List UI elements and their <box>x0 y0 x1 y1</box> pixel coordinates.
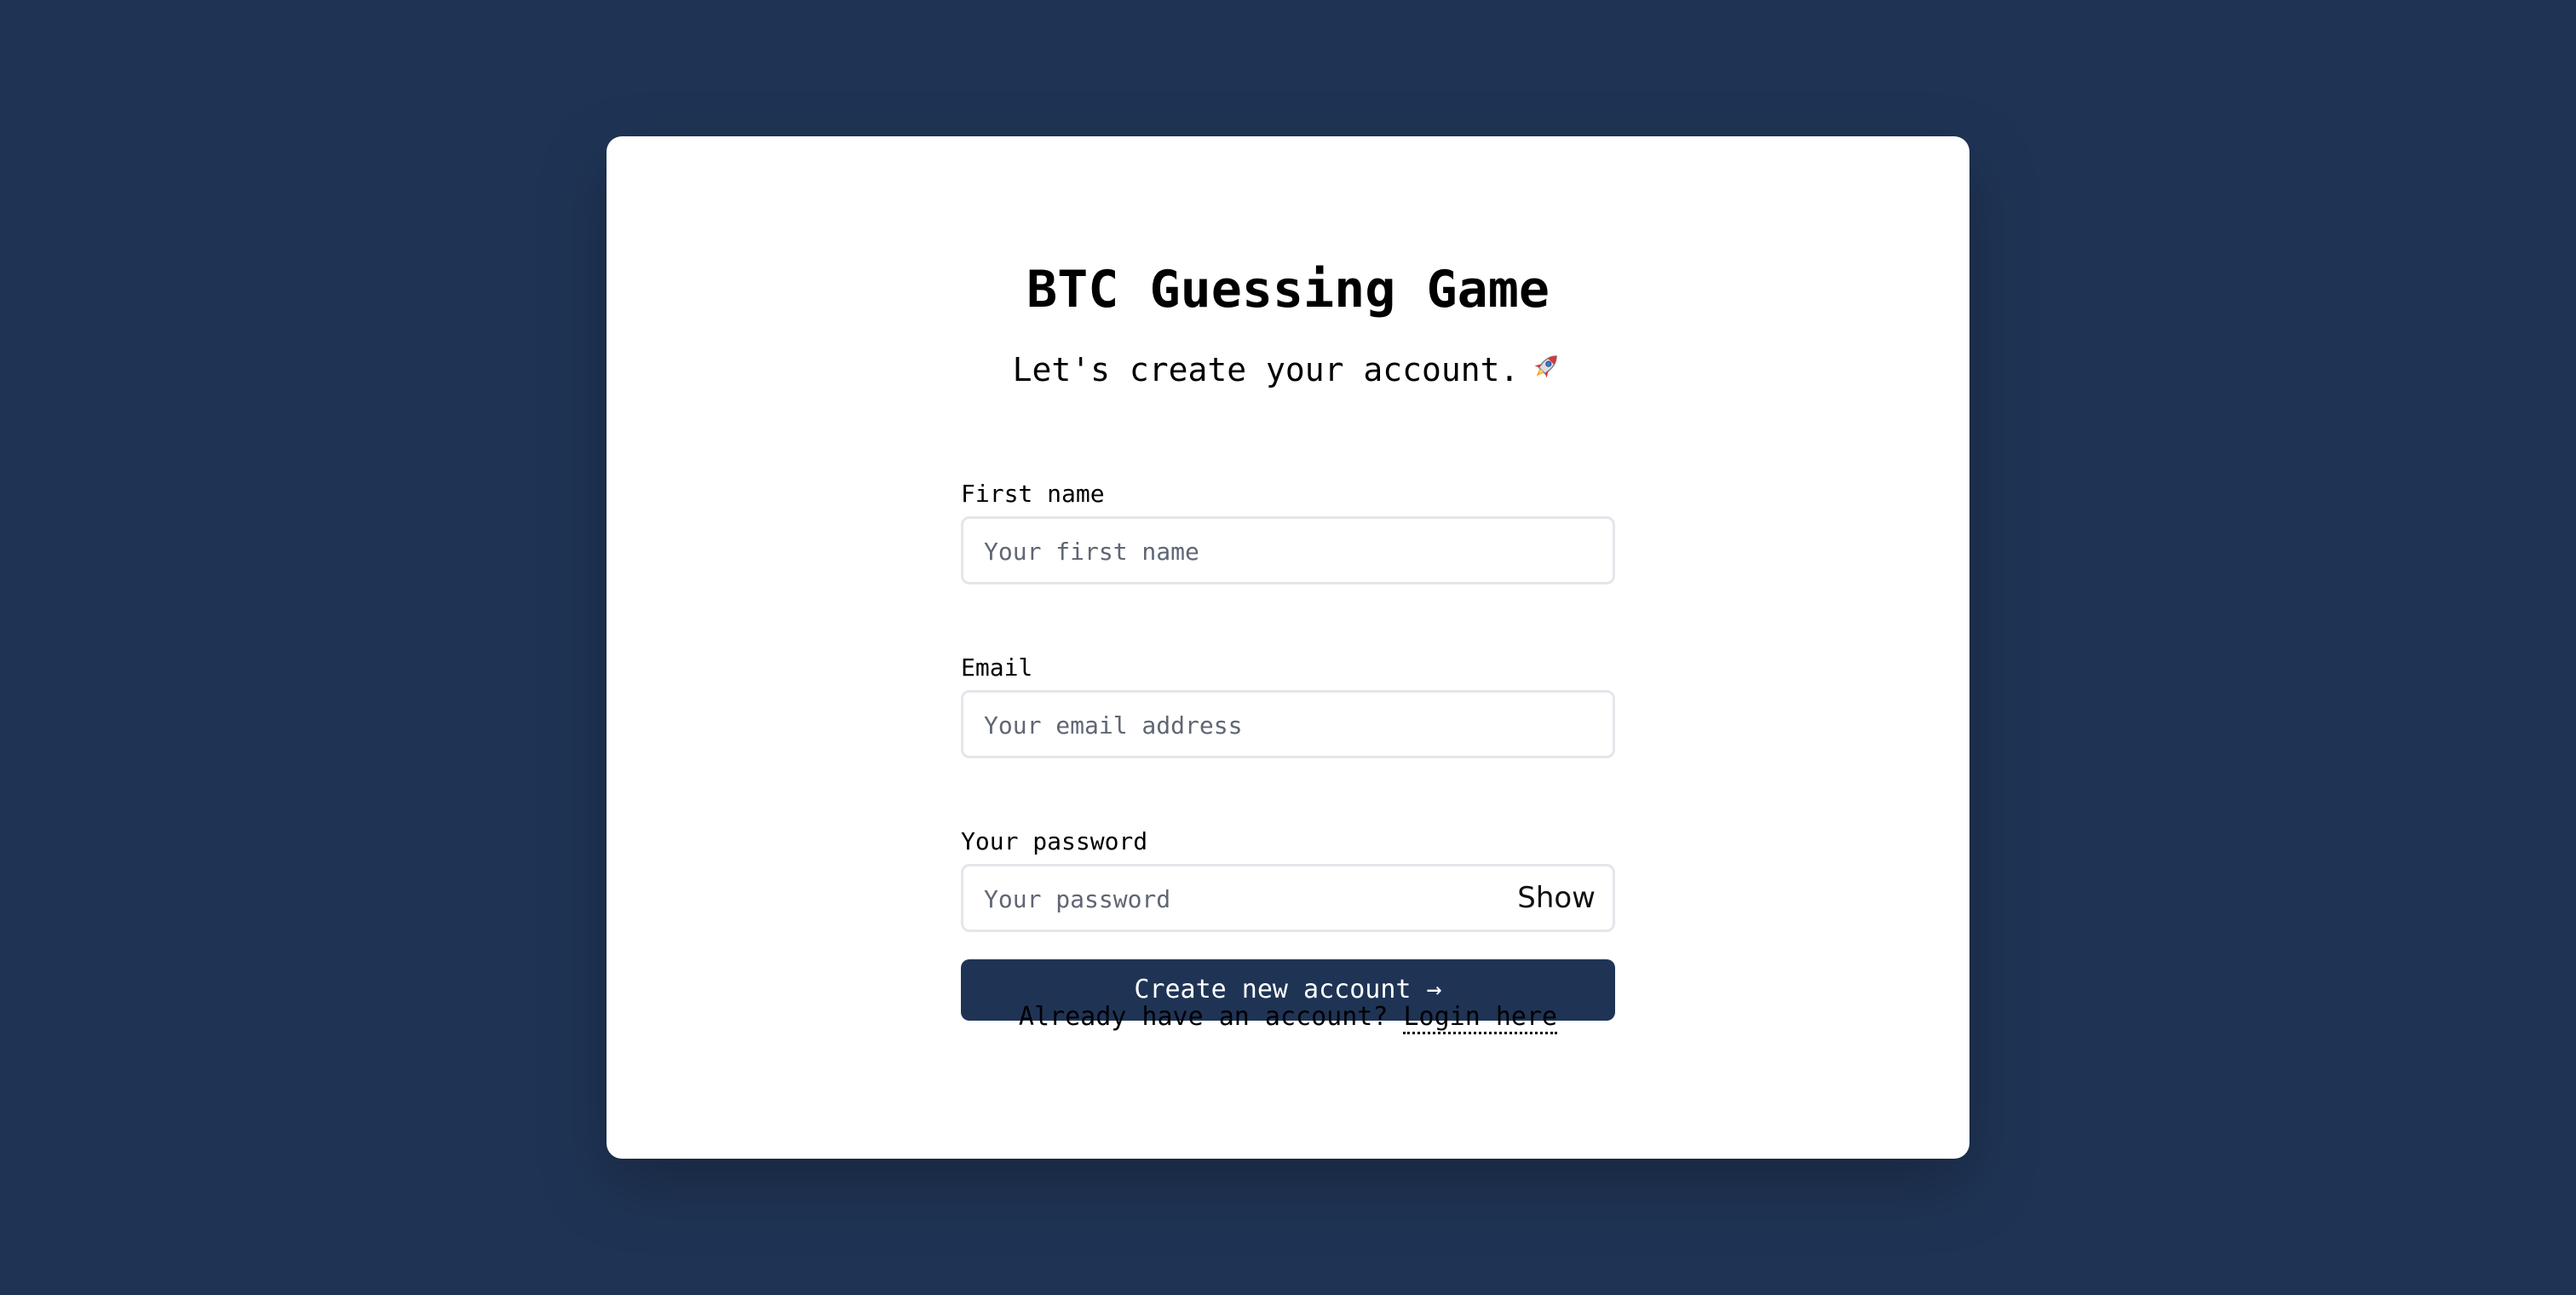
subtitle-text: Let's create your account. <box>1012 351 1520 388</box>
email-field-box <box>961 690 1615 758</box>
page-background: BTC Guessing Game Let's create your acco… <box>0 0 2576 1295</box>
page-subtitle: Let's create your account. <box>0 346 2576 396</box>
password-label: Your password <box>961 827 1148 855</box>
first-name-label: First name <box>961 480 1105 508</box>
show-password-button[interactable]: Show <box>1517 866 1596 930</box>
email-label: Email <box>961 653 1033 682</box>
login-prompt-text: Already have an account? <box>1018 1002 1389 1032</box>
email-group: Email <box>961 651 1615 758</box>
email-input[interactable] <box>982 693 1497 757</box>
login-prompt: Already have an account? Login here <box>0 999 2576 1036</box>
signup-form: First name Email Your password Show Crea… <box>961 477 1615 1021</box>
password-field-box: Show <box>961 864 1615 932</box>
rocket-icon <box>1529 348 1563 396</box>
password-input[interactable] <box>982 866 1497 931</box>
password-group: Your password Show <box>961 825 1615 932</box>
first-name-group: First name <box>961 477 1615 584</box>
first-name-input[interactable] <box>982 519 1497 584</box>
page-title: BTC Guessing Game <box>1026 260 1550 319</box>
first-name-field-box <box>961 516 1615 584</box>
login-link[interactable]: Login here <box>1403 1002 1558 1034</box>
